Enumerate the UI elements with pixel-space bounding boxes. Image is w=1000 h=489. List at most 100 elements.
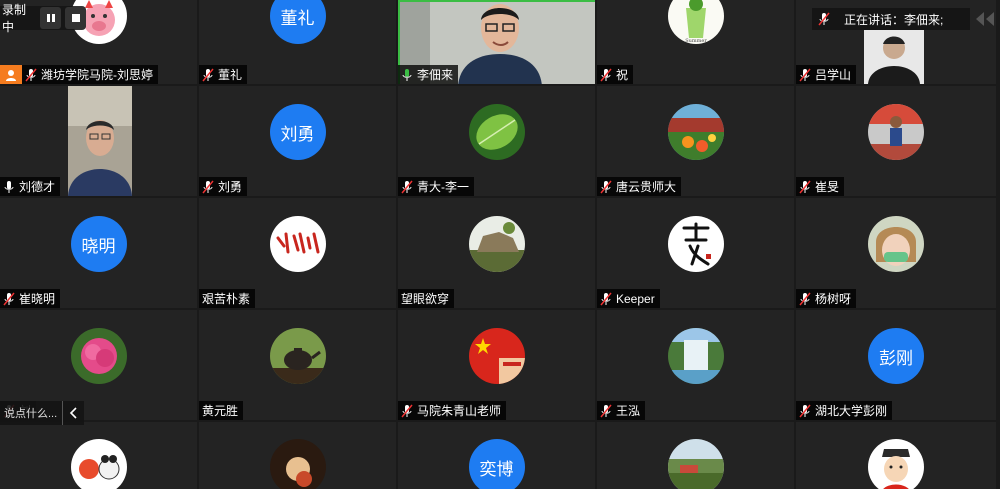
participant-name: 崔晓明 bbox=[19, 292, 56, 306]
calligraphy-red-icon bbox=[269, 216, 326, 272]
avatar bbox=[269, 328, 326, 384]
participant-name: 望眼欲穿 bbox=[401, 292, 450, 306]
participant-name-bar: 潍坊学院马院-刘思婷 bbox=[22, 65, 158, 84]
participant-name-bar: 祝 bbox=[597, 65, 634, 84]
participant-name-bar: 吕学山 bbox=[796, 65, 857, 84]
speaker-mic-icon bbox=[818, 12, 830, 26]
participant-tile[interactable]: 王泓 bbox=[597, 310, 794, 420]
stop-recording-button[interactable] bbox=[65, 7, 86, 29]
mic-muted-icon bbox=[202, 180, 214, 194]
participant-tile[interactable] bbox=[199, 422, 396, 489]
participant-name-bar: 湖北大学彭刚 bbox=[796, 401, 893, 420]
participant-tile[interactable]: 唐云贵师大 bbox=[597, 86, 794, 196]
participant-grid: 潍坊学院马院-刘思婷 董礼 董礼 李佃来 Summer 祝 吕学山 刘德才 刘勇… bbox=[0, 0, 1000, 489]
participant-tile[interactable]: 刘德才 bbox=[0, 86, 197, 196]
avatar bbox=[667, 328, 724, 384]
avatar bbox=[868, 216, 924, 272]
recording-bar: 录制中 bbox=[0, 3, 86, 34]
chat-collapse-button[interactable] bbox=[62, 401, 84, 425]
participant-tile[interactable]: 彭刚 湖北大学彭刚 bbox=[796, 310, 996, 420]
child-photo-icon bbox=[868, 216, 924, 272]
chevron-left-icon bbox=[69, 407, 77, 419]
panda-cartoon-icon bbox=[70, 439, 127, 489]
runner-photo-icon bbox=[868, 104, 924, 160]
participant-tile[interactable]: Summer 祝 bbox=[597, 0, 794, 84]
participant-name-bar: 王泓 bbox=[597, 401, 646, 420]
participant-tile[interactable]: 董礼 董礼 bbox=[199, 0, 396, 84]
person-photo-icon bbox=[864, 30, 924, 84]
mic-icon bbox=[3, 180, 15, 194]
participant-tile[interactable] bbox=[0, 422, 197, 489]
participant-name-bar: 青大-李一 bbox=[398, 177, 474, 196]
participant-name-bar: 马院朱青山老师 bbox=[398, 401, 507, 420]
avatar bbox=[70, 328, 127, 384]
svg-text:Summer: Summer bbox=[685, 38, 707, 44]
speaking-indicator: 正在讲话：李佃来; bbox=[812, 8, 970, 30]
participant-tile[interactable]: 奕博 bbox=[398, 422, 595, 489]
avatar bbox=[269, 439, 326, 489]
participant-name: 刘德才 bbox=[19, 180, 56, 194]
chat-input-bar[interactable]: 说点什么... bbox=[0, 401, 84, 425]
participant-name: 马院朱青山老师 bbox=[417, 404, 502, 418]
avatar: 刘勇 bbox=[269, 104, 326, 160]
pause-recording-button[interactable] bbox=[40, 7, 62, 29]
pause-icon bbox=[46, 14, 55, 22]
participant-tile[interactable]: 杨树呀 bbox=[796, 198, 996, 308]
participant-tile[interactable]: 望眼欲穿 bbox=[398, 198, 595, 308]
participant-name: 青大-李一 bbox=[417, 180, 469, 194]
teapot-photo-icon bbox=[269, 328, 326, 384]
participant-name: Keeper bbox=[616, 291, 655, 306]
landscape-photo-icon bbox=[667, 439, 724, 489]
participant-tile[interactable]: 马院朱青山老师 bbox=[398, 310, 595, 420]
avatar bbox=[667, 216, 724, 272]
mic-muted-icon bbox=[401, 404, 413, 418]
mic-active-icon bbox=[401, 68, 413, 82]
mic-muted-icon bbox=[799, 404, 811, 418]
avatar bbox=[868, 104, 924, 160]
avatar bbox=[70, 439, 127, 489]
participant-name-bar: 唐云贵师大 bbox=[597, 177, 682, 196]
mic-muted-icon bbox=[3, 292, 15, 306]
participant-name: 唐云贵师大 bbox=[616, 180, 677, 194]
participant-name: 杨树呀 bbox=[815, 292, 852, 306]
participant-name: 吕学山 bbox=[815, 68, 852, 82]
participant-tile[interactable] bbox=[597, 422, 794, 489]
participant-tile[interactable]: 艰苦朴素 bbox=[199, 198, 396, 308]
avatar bbox=[868, 439, 924, 489]
participant-tile[interactable]: 刘勇 刘勇 bbox=[199, 86, 396, 196]
participant-tile[interactable]: 黄元胜 bbox=[199, 310, 396, 420]
participant-name: 艰苦朴素 bbox=[202, 292, 251, 306]
mic-muted-icon bbox=[25, 68, 37, 82]
drink-photo-icon: Summer bbox=[667, 0, 724, 44]
participant-name-bar: 杨树呀 bbox=[796, 289, 857, 308]
food-photo-icon bbox=[269, 439, 326, 489]
avatar bbox=[468, 328, 525, 384]
participant-name: 刘勇 bbox=[218, 180, 243, 194]
participant-name: 祝 bbox=[616, 68, 629, 82]
participant-name: 潍坊学院马院-刘思婷 bbox=[41, 68, 153, 82]
participant-name: 王泓 bbox=[616, 404, 641, 418]
avatar bbox=[667, 439, 724, 489]
participant-tile[interactable]: Keeper bbox=[597, 198, 794, 308]
leaf-photo-icon bbox=[468, 104, 525, 160]
participant-name: 崔旻 bbox=[815, 180, 840, 194]
speaking-label: 正在讲话：李佃来; bbox=[844, 12, 944, 27]
participant-tile[interactable]: 崔旻 bbox=[796, 86, 996, 196]
participant-name-bar: 崔旻 bbox=[796, 177, 845, 196]
mic-muted-icon bbox=[600, 404, 612, 418]
participant-tile[interactable]: 晓明 崔晓明 bbox=[0, 198, 197, 308]
layout-toggle-button[interactable] bbox=[970, 8, 1000, 30]
rock-photo-icon bbox=[468, 216, 525, 272]
participant-tile-active-speaker[interactable]: 李佃来 bbox=[398, 0, 595, 84]
avatar: 董礼 bbox=[269, 0, 326, 44]
participant-tile[interactable] bbox=[796, 422, 996, 489]
avatar bbox=[667, 104, 724, 160]
person-photo bbox=[864, 30, 924, 84]
participant-name: 董礼 bbox=[218, 68, 243, 82]
participant-name-bar: 李佃来 bbox=[398, 65, 459, 84]
participant-tile[interactable]: 青大-李一 bbox=[398, 86, 595, 196]
participant-name-bar: 黄元胜 bbox=[199, 401, 244, 420]
participant-name: 黄元胜 bbox=[202, 404, 239, 418]
mic-muted-icon bbox=[600, 292, 612, 306]
mic-muted-icon bbox=[401, 180, 413, 194]
